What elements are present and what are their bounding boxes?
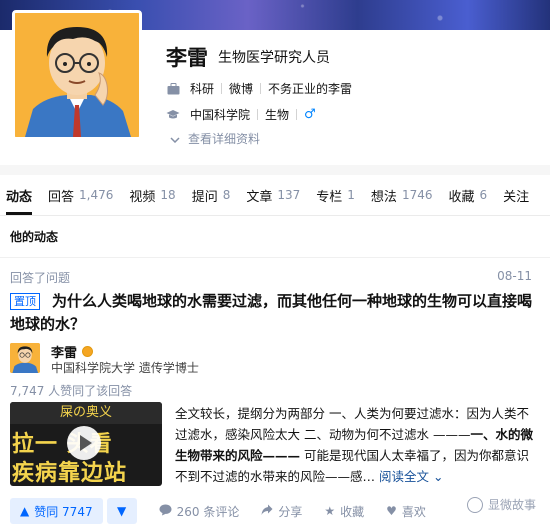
watermark: 显微故事 [466, 496, 536, 513]
tab-count: 1746 [401, 188, 433, 202]
answer-actions: ▲ 赞同 7747 ▼ 260 条评论 分享 ★ 收藏 ♥ 喜欢 [10, 498, 540, 524]
question-text[interactable]: 为什么人类喝地球的水需要过滤，而其他任何一种地球的生物可以直接喝地球的水？ [10, 292, 532, 333]
thumbnail-caption: 疾病靠边站 [12, 461, 128, 486]
weibo-name: 不务正业的李雷 [268, 82, 353, 96]
graduation-cap-icon [166, 108, 180, 122]
view-details-button[interactable]: 查看详细资料 [170, 130, 260, 147]
chevron-down-icon [170, 132, 180, 146]
verified-badge-icon [82, 346, 94, 357]
divider [0, 257, 550, 258]
tab-articles[interactable]: 文章 137 [246, 175, 300, 215]
comments-button[interactable]: 260 条评论 [159, 503, 240, 520]
view-details-label: 查看详细资料 [188, 132, 261, 146]
cartoon-avatar-icon [15, 13, 139, 137]
major-text: 生物 [265, 108, 290, 122]
activity-feed: 他的动态 回答了问题 08-11 置顶 为什么人类喝地球的水需要过滤，而其他任何一… [0, 216, 550, 527]
downvote-button[interactable]: ▼ [106, 498, 137, 524]
avatar[interactable] [12, 10, 142, 140]
tab-label: 专栏 [316, 189, 343, 205]
read-all-link[interactable]: 阅读全文 ⌄ [379, 469, 443, 484]
tab-label: 回答 [48, 189, 75, 205]
profile-industry-row: 科研 微博 不务正业的李雷 [166, 80, 352, 97]
divider [296, 109, 298, 120]
star-icon: ★ [324, 504, 336, 518]
tab-count: 1,476 [79, 188, 114, 202]
chevron-down-icon: ⌄ [433, 469, 444, 484]
tab-questions[interactable]: 提问 8 [192, 175, 231, 215]
divider [257, 109, 259, 120]
video-thumbnail[interactable]: 屎の奥义 拉一 头看 疾病靠边站 [10, 402, 162, 486]
like-label: 喜欢 [401, 504, 426, 519]
briefcase-icon [166, 82, 180, 96]
upvote-label: 赞同 7747 [34, 504, 93, 519]
cartoon-avatar-icon [10, 343, 40, 373]
tab-count: 1 [347, 188, 355, 202]
tab-following[interactable]: 关注 [503, 175, 529, 215]
heart-icon: ♥ [386, 504, 397, 518]
tab-answers[interactable]: 回答 1,476 [48, 175, 113, 215]
tab-activity[interactable]: 动态 [6, 175, 33, 215]
industry-text: 科研 [190, 82, 215, 96]
comments-label: 260 条评论 [176, 504, 240, 519]
tab-count: 18 [160, 188, 176, 202]
profile-name: 李雷 [166, 46, 208, 70]
profile-tabs: 动态 回答 1,476 视频 18 提问 8 文章 137 专栏 1 想法 1746 收藏 6… [0, 175, 550, 216]
tab-label: 视频 [129, 189, 156, 205]
tab-count: 8 [222, 188, 231, 202]
tab-label: 收藏 [448, 189, 475, 205]
thumbnail-caption: 屎の奥义 [10, 402, 162, 424]
weibo-link[interactable]: 微博 [229, 80, 253, 97]
answer-excerpt[interactable]: 全文较长，提纲分为两部分 一、人类为何要过滤水：因为人类不过滤水，感染风险太大 … [175, 403, 533, 487]
triangle-down-icon: ▼ [116, 504, 127, 518]
section-title: 他的动态 [10, 230, 59, 244]
watermark-text: 显微故事 [487, 498, 536, 512]
voters-summary[interactable]: 7,747 人赞同了该回答 [10, 382, 132, 399]
comment-icon [159, 504, 172, 519]
activity-date: 08-11 [497, 269, 532, 283]
tab-label: 提问 [191, 189, 218, 205]
profile-header: 李雷 生物医学研究人员 科研 微博 不务正业的李雷 中国科学院 生物 ♂ 查看详… [0, 10, 550, 165]
activity-action: 回答了问题 [10, 271, 71, 285]
tab-label: 文章 [246, 189, 273, 205]
share-button[interactable]: 分享 [261, 503, 302, 520]
read-all-label: 阅读全文 [379, 469, 430, 484]
favorite-label: 收藏 [340, 504, 365, 519]
profile-headline: 生物医学研究人员 [218, 50, 330, 66]
divider [260, 83, 262, 94]
profile-education-row: 中国科学院 生物 ♂ [166, 106, 316, 123]
tab-label: 动态 [6, 189, 33, 205]
upvote-button[interactable]: ▲ 赞同 7747 [10, 498, 103, 524]
play-icon[interactable] [67, 426, 101, 460]
author-bio: 中国科学院大学 遗传学博士 [51, 361, 199, 375]
tab-count: 6 [479, 188, 488, 202]
share-label: 分享 [278, 504, 303, 519]
gender-icon: ♂ [304, 107, 316, 122]
school-text: 中国科学院 [190, 108, 251, 122]
triangle-up-icon: ▲ [20, 504, 30, 518]
tab-label: 想法 [370, 189, 397, 205]
like-button[interactable]: ♥ 喜欢 [386, 503, 426, 520]
share-icon [261, 504, 273, 519]
favorite-button[interactable]: ★ 收藏 [324, 503, 364, 520]
tab-label: 关注 [503, 189, 530, 205]
author-avatar[interactable] [10, 343, 40, 373]
tab-thoughts[interactable]: 想法 1746 [371, 175, 433, 215]
tab-videos[interactable]: 视频 18 [129, 175, 175, 215]
wechat-icon [466, 496, 483, 513]
divider [221, 83, 223, 94]
pinned-badge: 置顶 [10, 293, 40, 310]
tab-count: 137 [277, 188, 301, 202]
question-title[interactable]: 置顶 为什么人类喝地球的水需要过滤，而其他任何一种地球的生物可以直接喝地球的水？ [10, 290, 535, 336]
tab-columns[interactable]: 专栏 1 [316, 175, 355, 215]
tab-collections[interactable]: 收藏 6 [448, 175, 487, 215]
